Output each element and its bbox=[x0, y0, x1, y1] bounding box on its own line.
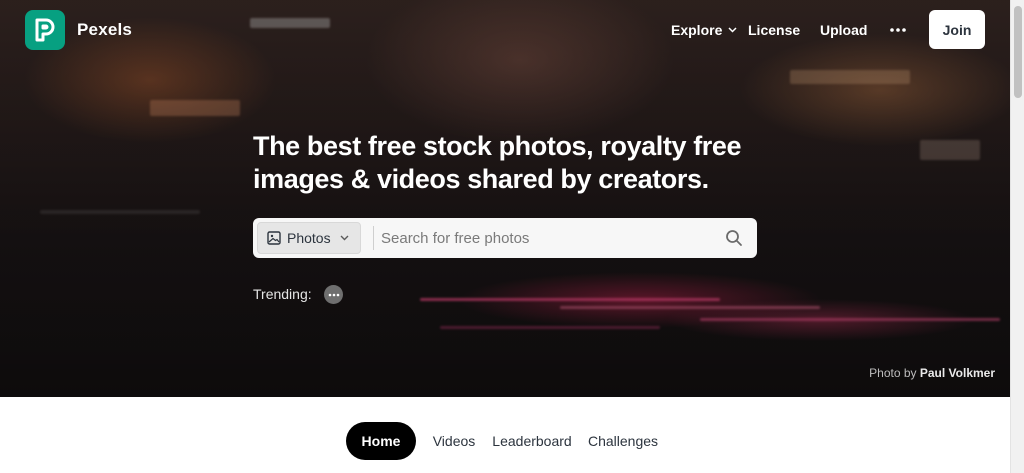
nav-license[interactable]: License bbox=[748, 22, 800, 38]
join-button[interactable]: Join bbox=[929, 10, 985, 49]
trending-more-button[interactable] bbox=[324, 285, 343, 304]
nav-explore-label: Explore bbox=[671, 22, 723, 38]
top-nav: Pexels Explore License Upload Join bbox=[0, 0, 1010, 60]
tab-leaderboard[interactable]: Leaderboard bbox=[488, 422, 576, 460]
more-horizontal-icon[interactable] bbox=[889, 22, 907, 38]
page-scrollbar[interactable] bbox=[1010, 0, 1024, 473]
media-type-select[interactable]: Photos bbox=[257, 222, 361, 254]
section-tabs: Home Videos Leaderboard Challenges bbox=[0, 397, 1010, 473]
tab-challenges[interactable]: Challenges bbox=[584, 422, 662, 460]
image-icon bbox=[267, 231, 281, 245]
chevron-down-icon bbox=[728, 27, 737, 33]
tab-home[interactable]: Home bbox=[346, 422, 416, 460]
nav-explore[interactable]: Explore bbox=[671, 22, 737, 38]
nav-upload[interactable]: Upload bbox=[820, 22, 867, 38]
photo-credit: Photo by Paul Volkmer bbox=[869, 366, 995, 380]
media-type-label: Photos bbox=[287, 230, 331, 246]
credit-author-link[interactable]: Paul Volkmer bbox=[920, 366, 995, 380]
search-divider bbox=[373, 226, 374, 250]
page: Pexels Explore License Upload Join The b… bbox=[0, 0, 1024, 473]
scrollbar-thumb[interactable] bbox=[1014, 6, 1022, 98]
chevron-down-icon bbox=[340, 235, 349, 241]
brand-name[interactable]: Pexels bbox=[77, 20, 132, 40]
search-icon[interactable] bbox=[725, 229, 743, 247]
trending-label: Trending: bbox=[253, 286, 312, 302]
credit-prefix: Photo by bbox=[869, 366, 917, 380]
search-bar: Photos bbox=[253, 218, 757, 258]
headline-line-1: The best free stock photos, royalty free bbox=[253, 131, 742, 161]
pexels-logo-icon[interactable] bbox=[25, 10, 65, 50]
hero-headline: The best free stock photos, royalty free… bbox=[253, 130, 773, 196]
search-input[interactable] bbox=[379, 223, 709, 253]
headline-line-2: images & videos shared by creators. bbox=[253, 164, 709, 194]
more-horizontal-icon bbox=[328, 293, 339, 296]
tab-videos[interactable]: Videos bbox=[426, 422, 482, 460]
